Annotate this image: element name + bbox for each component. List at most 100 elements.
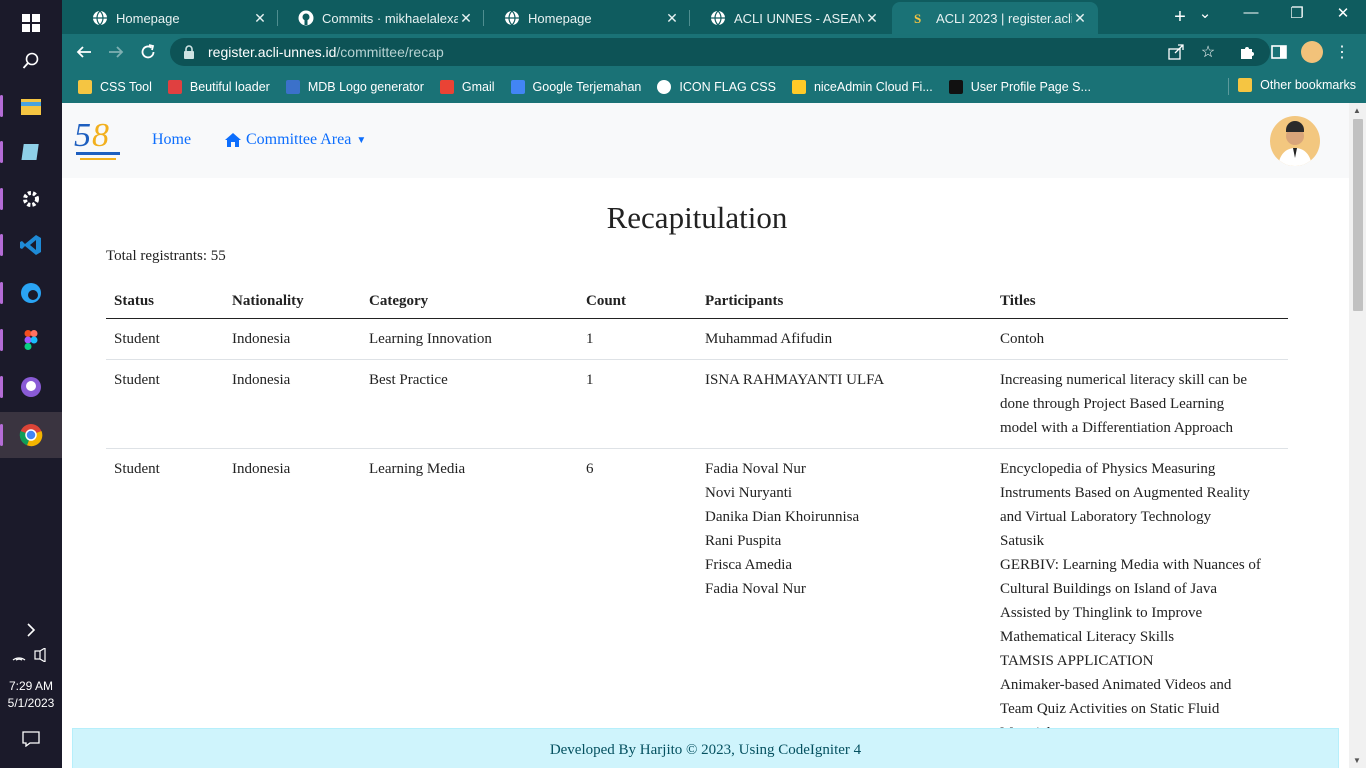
chrome-icon[interactable]	[0, 412, 62, 458]
cell-status: Student	[106, 448, 224, 754]
cell-titles: Encyclopedia of Physics Measuring Instru…	[992, 448, 1288, 754]
title-line: Team Quiz Activities on Static Fluid	[1000, 701, 1220, 717]
new-tab-plus-icon[interactable]: +	[1168, 6, 1192, 29]
scroll-up-arrow-icon[interactable]: ▲	[1353, 106, 1361, 115]
jr-icon	[167, 79, 182, 94]
mdb-icon	[285, 79, 300, 94]
nav-home-link[interactable]: Home	[152, 131, 191, 149]
bookmark-other[interactable]: Other bookmarks	[1238, 78, 1356, 92]
tab-github-commits[interactable]: Commits · mikhaelalexander ✕	[278, 2, 484, 34]
nav-committee-label: Committee Area	[246, 131, 352, 148]
lock-icon[interactable]	[182, 45, 196, 59]
bookmark-beutiful-loader[interactable]: Beutiful loader	[167, 79, 270, 94]
bookmark-gmail[interactable]: Gmail	[439, 79, 495, 94]
share-icon[interactable]	[1166, 42, 1186, 62]
tab-homepage-2[interactable]: Homepage ✕	[484, 2, 690, 34]
cell-category: Learning Media	[361, 448, 578, 754]
minimize-icon[interactable]: —	[1239, 4, 1263, 21]
globe-icon	[711, 10, 725, 26]
unnes-58-logo[interactable]: 5 8	[72, 114, 124, 166]
header-nationality: Nationality	[224, 287, 361, 319]
acli-logo-icon: S	[914, 11, 921, 26]
bookmark-google-translate[interactable]: Google Terjemahan	[510, 79, 642, 94]
github-desktop-icon[interactable]	[0, 364, 62, 410]
system-clock[interactable]: 7:29 AM 5/1/2023	[0, 678, 62, 712]
participant-name: Fadia Noval Nur	[705, 461, 806, 477]
file-explorer-icon[interactable]	[0, 83, 62, 129]
bookmark-mdb-logo[interactable]: MDB Logo generator	[285, 79, 424, 94]
cell-titles: Increasing numerical literacy skill can …	[992, 359, 1288, 449]
site-footer: Developed By Harjito © 2023, Using CodeI…	[72, 728, 1339, 768]
close-icon[interactable]: ✕	[864, 10, 880, 27]
scrollbar-thumb[interactable]	[1353, 119, 1363, 311]
bookmarks-divider	[1228, 78, 1229, 95]
tab-title: Homepage	[116, 10, 180, 26]
bookmark-label: CSS Tool	[100, 79, 152, 94]
scroll-down-arrow-icon[interactable]: ▼	[1353, 756, 1361, 765]
bookmark-niceadmin[interactable]: niceAdmin Cloud Fi...	[791, 79, 933, 94]
close-icon[interactable]: ✕	[458, 10, 474, 27]
notepad-icon[interactable]	[0, 129, 62, 175]
bookmark-star-icon[interactable]: ☆	[1198, 42, 1218, 62]
total-registrants: Total registrants: 55	[106, 248, 226, 264]
settings-gear-icon[interactable]	[0, 176, 62, 222]
participant-name: Muhammad Afifudin	[705, 331, 833, 347]
tab-acli-register-active[interactable]: S ACLI 2023 | register.acli-unnes ✕	[892, 2, 1098, 34]
address-bar[interactable]: register.acli-unnes.id/committee/recap	[170, 38, 1270, 66]
svg-text:5: 5	[74, 117, 91, 154]
globe-icon	[93, 10, 107, 26]
cell-participants: Muhammad Afifudin	[697, 318, 992, 360]
page-scrollbar[interactable]: ▲ ▼	[1349, 103, 1366, 768]
page-viewport: 5 8 Home Committee Area ▼ Recapitulation…	[62, 103, 1366, 768]
folder-icon	[1238, 78, 1253, 92]
window-close-icon[interactable]: ✕	[1331, 4, 1355, 22]
back-arrow-icon[interactable]	[73, 41, 95, 63]
cell-status: Student	[106, 318, 224, 360]
cell-nationality: Indonesia	[224, 359, 361, 449]
extensions-puzzle-icon[interactable]	[1237, 42, 1257, 62]
participant-name: Fadia Noval Nur	[705, 581, 806, 597]
title-line: GERBIV: Learning Media with Nuances of	[1000, 557, 1261, 573]
gmail-icon	[439, 79, 454, 94]
close-icon[interactable]: ✕	[664, 10, 680, 27]
header-status: Status	[106, 287, 224, 319]
cell-titles: Contoh	[992, 318, 1288, 360]
bookmark-label: Google Terjemahan	[532, 79, 642, 94]
figma-icon[interactable]	[0, 317, 62, 363]
network-volume-icon[interactable]	[0, 632, 62, 678]
cell-category: Learning Innovation	[361, 318, 578, 360]
side-panel-icon[interactable]	[1269, 42, 1289, 62]
cell-participants: Fadia Noval Nur Novi Nuryanti Danika Dia…	[697, 448, 992, 754]
bookmark-user-profile[interactable]: User Profile Page S...	[948, 79, 1091, 94]
header-titles: Titles	[992, 287, 1288, 319]
bookmark-label: MDB Logo generator	[307, 79, 424, 94]
title-line: Instruments Based on Augmented Reality	[1000, 485, 1250, 501]
notification-icon[interactable]	[0, 716, 62, 762]
page-title: Recapitulation	[606, 200, 788, 235]
tab-title: Homepage	[528, 10, 592, 26]
nav-committee-dropdown[interactable]: Committee Area ▼	[224, 131, 366, 149]
url-host: register.acli-unnes.id	[208, 44, 337, 60]
close-icon[interactable]: ✕	[1072, 10, 1088, 27]
title-line: Encyclopedia of Physics Measuring	[1000, 461, 1216, 477]
forward-arrow-icon[interactable]	[105, 41, 127, 63]
tab-homepage-1[interactable]: Homepage ✕	[72, 2, 278, 34]
search-icon[interactable]	[0, 38, 62, 84]
reload-icon[interactable]	[137, 41, 159, 63]
participant-name: ISNA RAHMAYANTI ULFA	[705, 372, 885, 388]
clock-time: 7:29 AM	[8, 679, 54, 693]
bookmark-label: Gmail	[461, 79, 495, 94]
cell-nationality: Indonesia	[224, 318, 361, 360]
tab-search-chevron-icon[interactable]: ⌄	[1193, 4, 1217, 22]
bookmark-icon-flag-css[interactable]: ICON FLAG CSS	[657, 79, 776, 94]
bookmark-label: Other bookmarks	[1260, 78, 1356, 92]
restore-icon[interactable]: ❐	[1285, 4, 1309, 22]
bookmark-css-tool[interactable]: CSS Tool	[78, 79, 152, 94]
edge-browser-icon[interactable]	[0, 270, 62, 316]
vscode-icon[interactable]	[0, 222, 62, 268]
user-avatar[interactable]	[1270, 116, 1320, 166]
profile-avatar[interactable]	[1301, 41, 1323, 63]
tab-acli-asean[interactable]: ACLI UNNES - ASEAN Com ✕	[690, 2, 890, 34]
more-menu-icon[interactable]: ⋮	[1332, 42, 1352, 62]
close-icon[interactable]: ✕	[252, 10, 268, 27]
